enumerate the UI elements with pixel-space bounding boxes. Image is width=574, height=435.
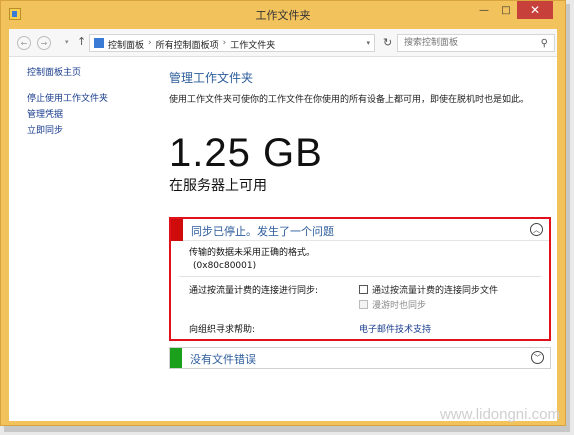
watermark: www.lidongni.com [439,406,560,423]
sidebar: 控制面板主页 停止使用工作文件夹 管理凭据 立即同步 [27,67,108,141]
sync-error-panel: 同步已停止。发生了一个问题 ︿ 传输的数据未采用正确的格式。 (0x80c800… [169,217,551,341]
sync-error-title: 同步已停止。发生了一个问题 [191,225,334,238]
forward-button[interactable]: → [37,36,51,50]
available-size-value: 1.25 GB [169,131,323,175]
breadcrumb-control-panel[interactable]: 控制面板 [108,38,144,51]
error-code: (0x80c80001) [193,261,257,271]
recent-locations-dropdown[interactable]: ▾ [65,38,69,46]
file-errors-panel[interactable]: 没有文件错误 ﹀ [169,347,551,369]
breadcrumb-separator-icon[interactable]: › [223,38,227,51]
sidebar-item-sync-now[interactable]: 立即同步 [27,125,108,137]
window-controls: — □ ✕ [473,1,553,21]
metered-sync-checkbox[interactable] [359,285,368,294]
metered-sync-checkbox-label[interactable]: 通过按流量计费的连接同步文件 [372,283,498,296]
refresh-button[interactable]: ↻ [383,36,392,49]
address-dropdown-icon[interactable]: ▾ [366,39,370,47]
address-bar[interactable]: 控制面板 › 所有控制面板项 › 工作文件夹 ▾ [89,34,375,52]
minimize-button[interactable]: — [473,1,495,19]
navigation-toolbar: ← → ▾ ↑ 控制面板 › 所有控制面板项 › 工作文件夹 ▾ ↻ ⚲ [9,29,557,57]
main-panel: 管理工作文件夹 使用工作文件夹可使你的工作文件在你使用的所有设备上都可用，即使在… [169,69,551,369]
email-support-link[interactable]: 电子邮件技术支持 [359,322,431,335]
available-size-label: 在服务器上可用 [169,178,267,194]
file-errors-title: 没有文件错误 [190,353,256,366]
sidebar-tasks: 停止使用工作文件夹 管理凭据 立即同步 [27,93,108,137]
back-button[interactable]: ← [17,36,31,50]
page-title: 管理工作文件夹 [169,71,254,85]
divider [179,276,541,277]
page-description: 使用工作文件夹可使你的工作文件在你使用的所有设备上都可用，即使在脱机时也是如此。 [169,95,530,105]
maximize-button[interactable]: □ [495,1,517,19]
roaming-sync-checkbox [359,300,368,309]
error-message: 传输的数据未采用正确的格式。 [189,248,316,258]
search-box[interactable]: ⚲ [397,34,555,52]
control-panel-icon [94,38,104,48]
sync-error-header[interactable]: 同步已停止。发生了一个问题 ︿ [171,219,549,241]
search-input[interactable] [404,37,530,49]
close-button[interactable]: ✕ [517,1,553,19]
sidebar-item-manage-credentials[interactable]: 管理凭据 [27,109,108,121]
breadcrumb-all-items[interactable]: 所有控制面板项 [156,38,219,51]
sidebar-item-control-panel-home[interactable]: 控制面板主页 [27,67,108,79]
sidebar-item-stop-work-folders[interactable]: 停止使用工作文件夹 [27,93,108,105]
breadcrumb-separator-icon[interactable]: › [148,38,152,51]
help-label: 向组织寻求帮助: [189,325,256,335]
metered-sync-label: 通过按流量计费的连接进行同步: [189,286,319,296]
metered-sync-option[interactable]: 通过按流量计费的连接同步文件 [359,283,498,296]
collapse-icon[interactable]: ︿ [530,223,543,236]
breadcrumb: 控制面板 › 所有控制面板项 › 工作文件夹 [108,38,275,51]
ok-status-bar [170,348,182,368]
roaming-sync-option: 漫游时也同步 [359,298,426,311]
error-status-bar [171,219,183,241]
roaming-sync-checkbox-label: 漫游时也同步 [372,301,427,311]
window: 工作文件夹 — □ ✕ ← → ▾ ↑ 控制面板 › 所有控制面板项 › 工作文… [0,0,566,426]
breadcrumb-work-folders[interactable]: 工作文件夹 [230,38,275,51]
content-area: 控制面板主页 停止使用工作文件夹 管理凭据 立即同步 管理工作文件夹 使用工作文… [9,57,557,421]
up-button[interactable]: ↑ [77,35,86,48]
title-bar: 工作文件夹 — □ ✕ [1,1,565,27]
expand-icon[interactable]: ﹀ [531,351,544,364]
search-icon[interactable]: ⚲ [541,38,548,49]
